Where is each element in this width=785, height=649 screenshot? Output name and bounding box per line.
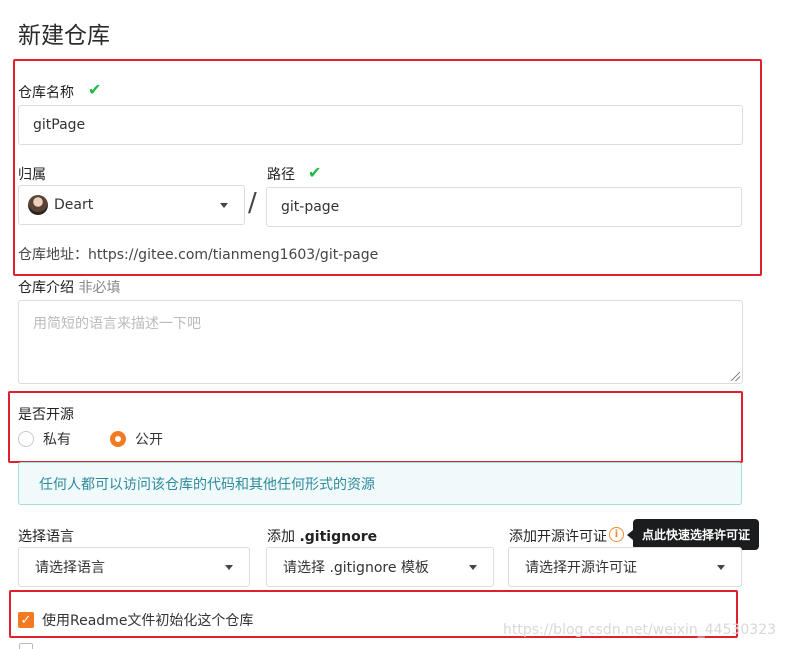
repo-address: 仓库地址：https://gitee.com/tianmeng1603/git-… (18, 244, 378, 264)
repo-name-input[interactable]: gitPage (18, 105, 743, 145)
language-value: 请选择语言 (35, 560, 105, 576)
chevron-down-icon (225, 564, 233, 570)
radio-public-label: 公开 (135, 432, 163, 448)
readme-label: 使用Readme文件初始化这个仓库 (42, 613, 254, 629)
radio-private[interactable]: 私有 (18, 429, 71, 449)
chevron-down-icon (469, 564, 477, 570)
repo-address-url: https://gitee.com/tianmeng1603/git-page (88, 247, 379, 263)
radio-public[interactable]: 公开 (110, 429, 163, 449)
check-icon: ✔ (308, 163, 322, 182)
gitignore-label-prefix: 添加 (267, 529, 300, 545)
chevron-down-icon (220, 202, 228, 208)
language-select[interactable]: 请选择语言 (18, 547, 250, 587)
visibility-notice-text: 任何人都可以访问该仓库的代码和其他任何形式的资源 (39, 476, 375, 493)
gitignore-select[interactable]: 请选择 .gitignore 模板 (266, 547, 494, 587)
license-value: 请选择开源许可证 (525, 560, 637, 576)
avatar (28, 195, 48, 215)
owner-value: Deart (54, 197, 94, 213)
license-tooltip-text: 点此快速选择许可证 (642, 528, 751, 542)
radio-public-circle[interactable] (110, 431, 126, 447)
gitignore-value: 请选择 .gitignore 模板 (283, 560, 429, 576)
info-icon[interactable]: i (609, 527, 624, 542)
path-separator: / (248, 188, 257, 218)
license-tooltip: 点此快速选择许可证 (633, 519, 760, 550)
page-title: 新建仓库 (18, 23, 110, 49)
path-label: 路径 (267, 167, 295, 183)
repo-address-label: 仓库地址： (18, 247, 88, 263)
owner-label: 归属 (18, 167, 46, 183)
next-checkbox[interactable] (19, 643, 33, 649)
path-input[interactable]: git-page (266, 187, 742, 227)
radio-private-label: 私有 (43, 432, 71, 448)
language-label: 选择语言 (18, 529, 74, 545)
watermark: https://blog.csdn.net/weixin_44530323 (503, 622, 777, 638)
description-optional: 非必填 (78, 280, 121, 296)
path-value: git-page (281, 199, 340, 215)
repo-name-label: 仓库名称 (18, 85, 74, 101)
description-label-text: 仓库介绍 (18, 280, 74, 296)
visibility-label: 是否开源 (18, 407, 74, 423)
license-label: 添加开源许可证 (509, 529, 607, 545)
description-textarea[interactable]: 用简短的语言来描述一下吧 (18, 300, 743, 384)
description-label: 仓库介绍 非必填 (18, 277, 120, 297)
repo-name-value: gitPage (33, 117, 86, 133)
gitignore-label-bold: .gitignore (299, 529, 378, 545)
license-select[interactable]: 请选择开源许可证 (508, 547, 742, 587)
resize-handle[interactable] (731, 372, 740, 381)
highlight-visibility (8, 391, 743, 463)
gitignore-label: 添加 .gitignore (267, 526, 377, 546)
radio-private-circle[interactable] (18, 431, 34, 447)
readme-checkbox[interactable]: ✓ (18, 612, 34, 628)
check-icon: ✔ (88, 80, 102, 99)
chevron-down-icon (717, 564, 725, 570)
owner-select[interactable]: Deart (18, 185, 245, 225)
visibility-notice: 任何人都可以访问该仓库的代码和其他任何形式的资源 (18, 462, 742, 505)
description-placeholder: 用简短的语言来描述一下吧 (33, 316, 201, 332)
readme-option[interactable]: ✓ 使用Readme文件初始化这个仓库 (18, 610, 253, 630)
